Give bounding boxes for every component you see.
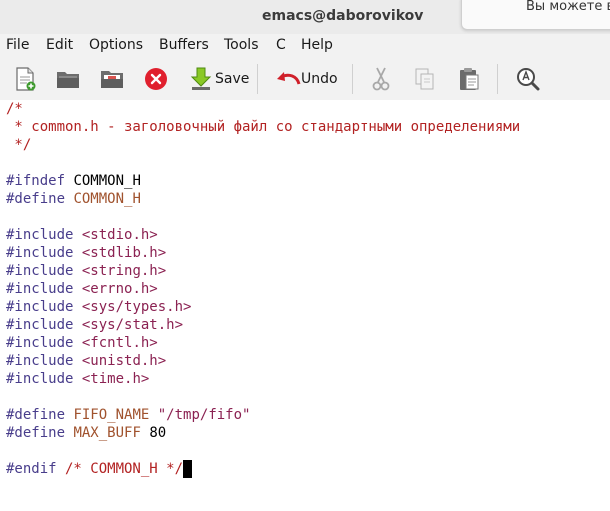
code-line: */ [6,137,32,153]
macro-name: COMMON_H [65,173,141,189]
folder-icon [57,72,79,88]
preprocessor-keyword: #include [6,263,74,279]
paste-button[interactable] [457,65,481,93]
preprocessor-keyword: #include [6,281,74,297]
code-line: #include <sys/stat.h> [6,316,183,334]
undo-icon [277,72,301,85]
code-line: #include <stdlib.h> [6,244,166,262]
code-line: * common.h - заголовочный файл со станда… [6,119,521,135]
save-button[interactable]: Save [190,65,249,93]
undo-label: Undo [301,71,338,87]
clipboard-icon [460,68,479,90]
open-file-button[interactable] [55,65,81,93]
include-header: <sys/stat.h> [81,317,184,333]
include-header: <time.h> [81,371,150,387]
code-line: #include <errno.h> [6,280,158,298]
preprocessor-keyword: #endif [6,461,57,477]
toolbar-separator [257,64,258,94]
menu-c[interactable]: C [276,37,286,53]
directory-icon [101,71,123,88]
macro-name: FIFO_NAME [73,407,150,423]
undo-button[interactable]: Undo [275,65,338,93]
include-header: <unistd.h> [81,353,167,369]
include-header: <sys/types.h> [81,299,192,315]
include-header: <stdlib.h> [81,245,167,261]
preprocessor-keyword: #define [6,407,66,423]
code-line: #ifndef COMMON_H [6,172,141,190]
menu-file[interactable]: File [6,37,29,53]
save-arrow-icon [190,67,212,90]
toolbar-separator [497,64,498,94]
copy-icon [415,68,434,90]
notification-popup[interactable]: Вы можете в [461,0,610,30]
preprocessor-keyword: #ifndef [6,173,66,189]
cut-button[interactable] [369,65,393,93]
include-header: <errno.h> [81,281,158,297]
preprocessor-keyword: #include [6,317,74,333]
code-line: #define COMMON_H [6,190,141,208]
code-line: #include <unistd.h> [6,352,166,370]
search-button[interactable] [515,65,541,93]
new-file-button[interactable] [12,65,38,93]
menu-tools[interactable]: Tools [224,37,259,53]
preprocessor-keyword: #include [6,245,74,261]
save-label: Save [215,71,250,87]
new-file-icon [16,67,36,91]
code-line: #include <stdio.h> [6,226,158,244]
dired-button[interactable] [99,65,125,93]
code-line: #include <fcntl.h> [6,334,158,352]
code-line: #define FIFO_NAME "/tmp/fifo" [6,406,250,424]
include-header: <string.h> [81,263,167,279]
editor-buffer[interactable]: /* * common.h - заголовочный файл со ста… [0,100,610,511]
preprocessor-keyword: #include [6,299,74,315]
code-line: #include <sys/types.h> [6,298,191,316]
scissors-icon [372,67,390,91]
menu-options[interactable]: Options [89,37,143,53]
trailing-comment: /* COMMON_H */ [56,461,184,477]
macro-name: COMMON_H [65,191,141,207]
preprocessor-keyword: #include [6,371,74,387]
menu-edit[interactable]: Edit [46,37,73,53]
code-line: #include <time.h> [6,370,149,388]
code-line: #include <string.h> [6,262,166,280]
notification-text: Вы можете в [526,0,610,14]
text-cursor [183,460,193,478]
close-buffer-button[interactable] [143,65,169,93]
close-icon [145,68,167,90]
tool-bar: Save Undo [0,58,610,101]
code-line: /* [6,101,23,117]
menu-buffers[interactable]: Buffers [159,37,209,53]
title-bar: emacs@daborovikov Вы можете в [0,0,610,35]
code-line: #define MAX_BUFF 80 [6,424,166,442]
preprocessor-keyword: #include [6,335,74,351]
copy-button[interactable] [413,65,437,93]
preprocessor-keyword: #include [6,227,74,243]
window-title: emacs@daborovikov [262,8,424,24]
menu-help[interactable]: Help [301,37,333,53]
toolbar-separator [352,64,353,94]
string-literal: "/tmp/fifo" [157,407,251,423]
preprocessor-keyword: #include [6,353,74,369]
include-header: <stdio.h> [81,227,158,243]
code-line: #endif /* COMMON_H */ [6,460,193,478]
preprocessor-keyword: #define [6,425,66,441]
number-literal: 80 [140,425,167,441]
menu-bar: File Edit Options Buffers Tools C Help [0,34,610,58]
macro-name: MAX_BUFF [73,425,141,441]
preprocessor-keyword: #define [6,191,66,207]
search-icon [517,68,540,91]
include-header: <fcntl.h> [81,335,158,351]
